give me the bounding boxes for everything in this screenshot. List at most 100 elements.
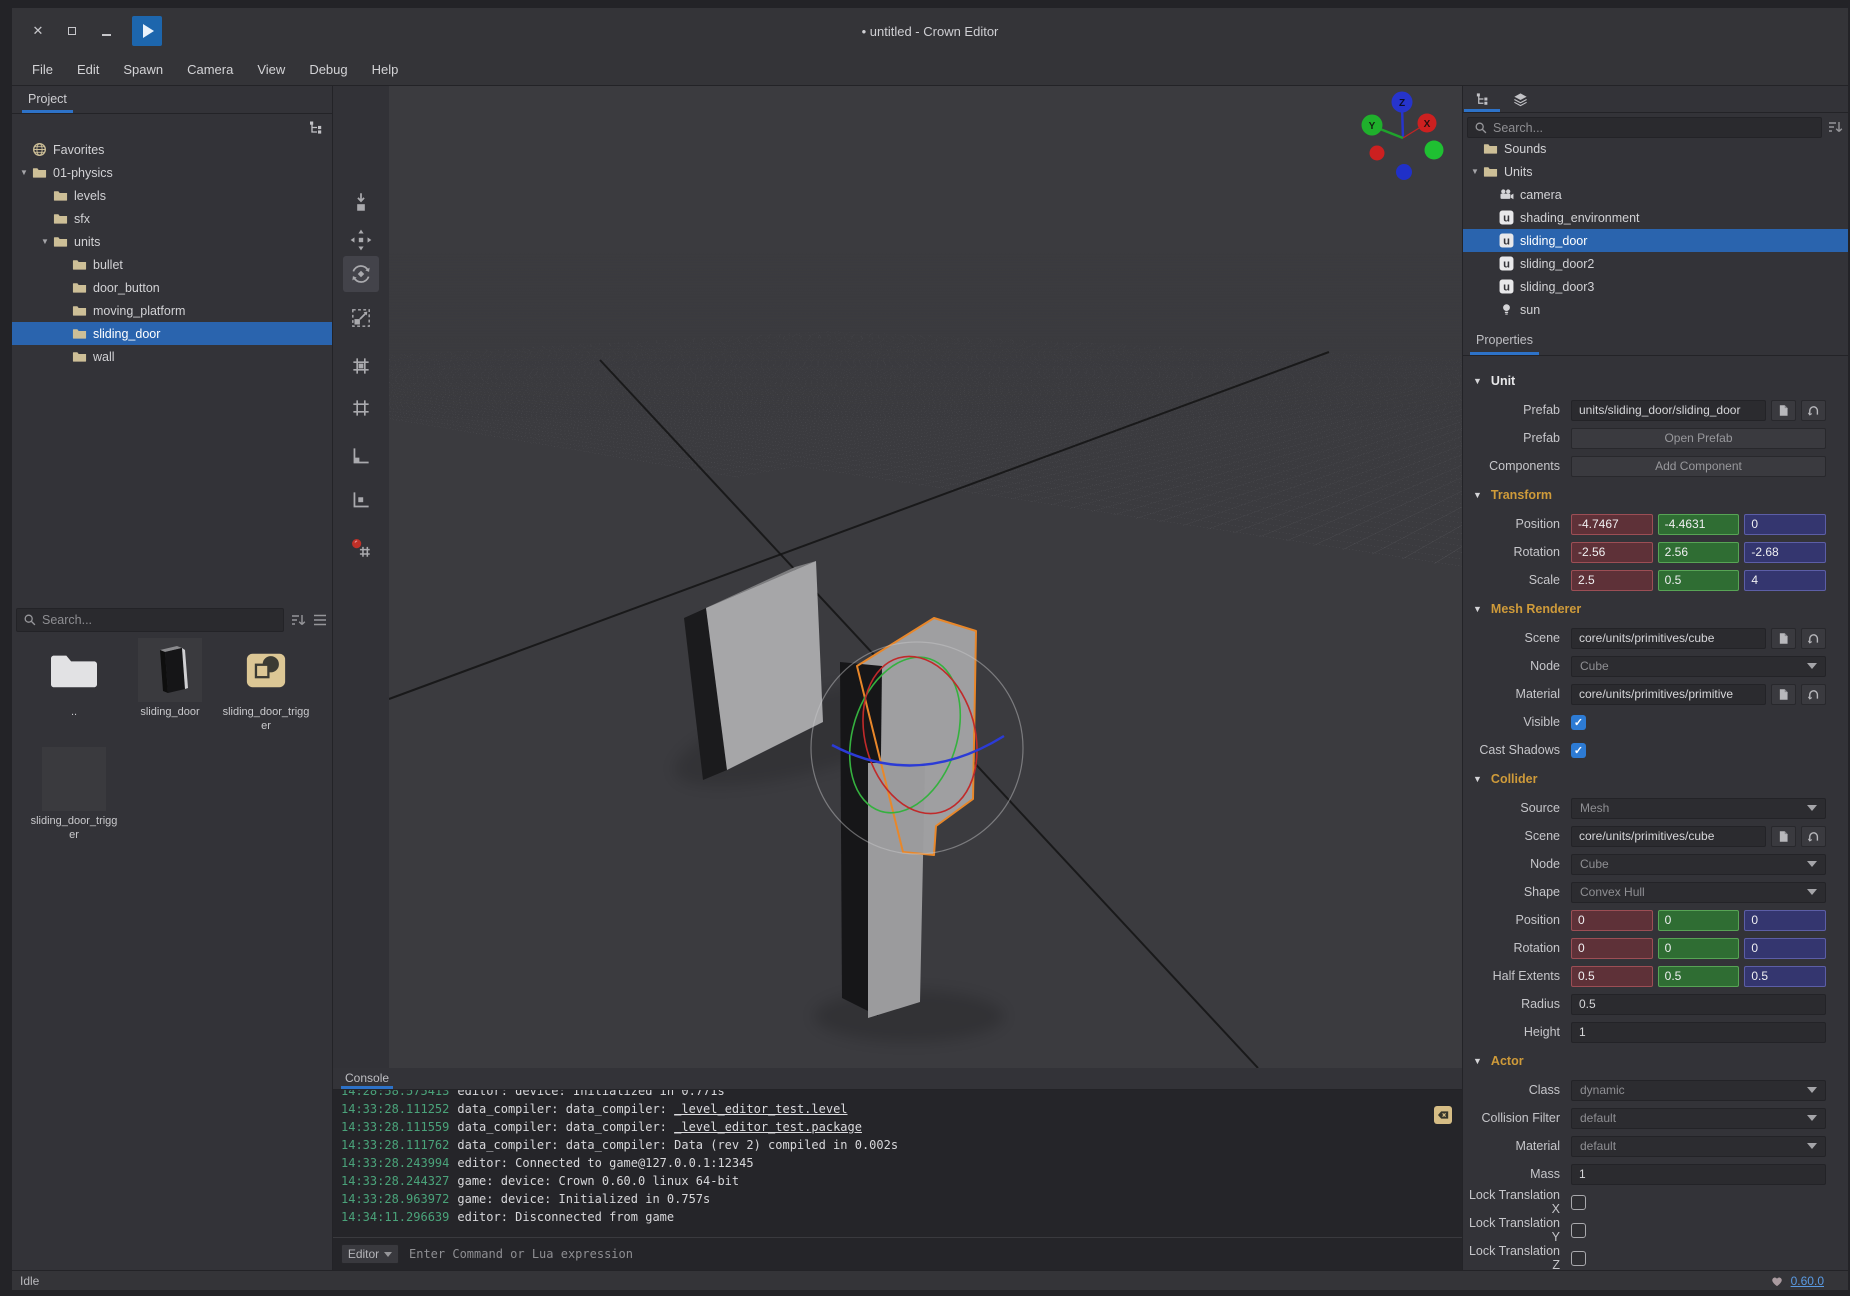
expand-arrow[interactable]: ▼: [37, 237, 53, 246]
play-button[interactable]: [132, 16, 162, 46]
snap-to-grid-button[interactable]: [347, 352, 375, 380]
visible-checkbox[interactable]: ✓: [1571, 715, 1586, 730]
browse-file-button[interactable]: [1771, 628, 1796, 649]
browse-file-button[interactable]: [1771, 684, 1796, 705]
revert-button[interactable]: [1801, 628, 1826, 649]
menu-view[interactable]: View: [245, 54, 297, 85]
axis-neg-z-ball[interactable]: [1396, 164, 1412, 180]
actor-material-dropdown[interactable]: default: [1571, 1136, 1826, 1157]
clear-console-button[interactable]: [1434, 1106, 1452, 1124]
asset-item-sliding-door-trigger-2[interactable]: sliding_door_trigger: [26, 747, 122, 842]
hier-item-shading-environment[interactable]: ushading_environment: [1463, 206, 1848, 229]
lock-translation-x-checkbox[interactable]: [1571, 1195, 1586, 1210]
hier-item-sliding-door2[interactable]: usliding_door2: [1463, 252, 1848, 275]
hier-item-sounds[interactable]: Sounds: [1463, 137, 1848, 160]
menu-debug[interactable]: Debug: [297, 54, 359, 85]
half-extents-z-input[interactable]: 0.5: [1744, 966, 1826, 987]
section-mesh-renderer[interactable]: ▼Mesh Renderer: [1463, 594, 1848, 624]
collider-rotation-z-input[interactable]: 0: [1744, 938, 1826, 959]
scale-tool-button[interactable]: [347, 304, 375, 332]
hier-item-camera[interactable]: camera: [1463, 183, 1848, 206]
console-log[interactable]: 14:28:58.575413editor: device: Initializ…: [333, 1090, 1462, 1236]
sort-icon[interactable]: [290, 612, 306, 628]
asset-search-input[interactable]: [42, 613, 277, 627]
axis-neg-x-ball[interactable]: [1370, 146, 1385, 161]
menu-help[interactable]: Help: [360, 54, 411, 85]
grid-toggle-button[interactable]: [347, 394, 375, 422]
log-link[interactable]: _level_editor_test.package: [674, 1120, 862, 1134]
position-x-input[interactable]: -4.7467: [1571, 514, 1653, 535]
list-view-icon[interactable]: [312, 612, 328, 628]
half-extents-x-input[interactable]: 0.5: [1571, 966, 1653, 987]
move-tool-button[interactable]: [347, 226, 375, 254]
hierarchy-search-box[interactable]: [1467, 117, 1822, 138]
local-axes-button[interactable]: [347, 486, 375, 514]
collider-position-x-input[interactable]: 0: [1571, 910, 1653, 931]
viewport-3d[interactable]: Y X Z: [389, 86, 1462, 1068]
collider-position-z-input[interactable]: 0: [1744, 910, 1826, 931]
console-target-dropdown[interactable]: Editor: [341, 1244, 399, 1264]
column-front-face[interactable]: [868, 763, 925, 1018]
asset-item-sliding-door-trigger[interactable]: sliding_door_trigger: [218, 638, 314, 733]
half-extents-y-input[interactable]: 0.5: [1658, 966, 1740, 987]
place-tool-button[interactable]: [347, 188, 375, 216]
browse-file-button[interactable]: [1771, 400, 1796, 421]
close-window-button[interactable]: ✕: [28, 21, 48, 41]
tree-item-moving-platform[interactable]: moving_platform: [12, 299, 332, 322]
axis-neg-y-ball[interactable]: [1425, 141, 1444, 160]
position-y-input[interactable]: -4.4631: [1658, 514, 1740, 535]
hier-item-sun[interactable]: sun: [1463, 298, 1848, 321]
rotation-x-input[interactable]: -2.56: [1571, 542, 1653, 563]
tree-item-favorites[interactable]: Favorites: [12, 138, 332, 161]
tree-item-door-button[interactable]: door_button: [12, 276, 332, 299]
position-z-input[interactable]: 0: [1744, 514, 1826, 535]
lock-translation-y-checkbox[interactable]: [1571, 1223, 1586, 1238]
asset-item-parent-dir[interactable]: ..: [26, 638, 122, 733]
section-actor[interactable]: ▼Actor: [1463, 1046, 1848, 1076]
expand-arrow[interactable]: ▼: [1467, 167, 1483, 176]
mass-input[interactable]: 1: [1571, 1164, 1826, 1185]
menu-camera[interactable]: Camera: [175, 54, 245, 85]
version-link[interactable]: 0.60.0: [1791, 1274, 1824, 1288]
collider-scene-input[interactable]: core/units/primitives/cube: [1571, 826, 1766, 847]
expand-arrow[interactable]: ▼: [16, 168, 32, 177]
asset-item-sliding-door[interactable]: sliding_door: [122, 638, 218, 733]
hierarchy-sort-icon[interactable]: [1827, 119, 1843, 135]
rotate-tool-button[interactable]: [343, 256, 379, 292]
mesh-material-input[interactable]: core/units/primitives/primitive: [1571, 684, 1766, 705]
scale-y-input[interactable]: 0.5: [1658, 570, 1740, 591]
scale-z-input[interactable]: 4: [1744, 570, 1826, 591]
tree-item-sliding-door[interactable]: sliding_door: [12, 322, 332, 345]
menu-spawn[interactable]: Spawn: [111, 54, 175, 85]
tree-item-bullet[interactable]: bullet: [12, 253, 332, 276]
section-collider[interactable]: ▼Collider: [1463, 764, 1848, 794]
rotation-z-input[interactable]: -2.68: [1744, 542, 1826, 563]
collider-position-y-input[interactable]: 0: [1658, 910, 1740, 931]
hier-item-units[interactable]: ▼Units: [1463, 160, 1848, 183]
revert-button[interactable]: [1801, 400, 1826, 421]
axis-gizmo[interactable]: Y X Z: [1362, 92, 1444, 181]
section-unit[interactable]: ▼Unit: [1463, 366, 1848, 396]
menu-edit[interactable]: Edit: [65, 54, 111, 85]
world-axes-button[interactable]: [347, 442, 375, 470]
maximize-window-button[interactable]: [62, 21, 82, 41]
mesh-node-dropdown[interactable]: Cube: [1571, 656, 1826, 677]
add-component-button[interactable]: Add Component: [1571, 456, 1826, 477]
revert-button[interactable]: [1801, 684, 1826, 705]
tab-layers[interactable]: [1501, 86, 1539, 112]
hierarchy-search-input[interactable]: [1493, 121, 1815, 135]
menu-file[interactable]: File: [20, 54, 65, 85]
command-input[interactable]: [409, 1247, 1462, 1261]
tree-item-units[interactable]: ▼units: [12, 230, 332, 253]
collider-source-dropdown[interactable]: Mesh: [1571, 798, 1826, 819]
collider-node-dropdown[interactable]: Cube: [1571, 854, 1826, 875]
collider-rotation-x-input[interactable]: 0: [1571, 938, 1653, 959]
height-input[interactable]: 1: [1571, 1022, 1826, 1043]
hier-item-sliding-door3[interactable]: usliding_door3: [1463, 275, 1848, 298]
collider-shape-dropdown[interactable]: Convex Hull: [1571, 882, 1826, 903]
log-link[interactable]: _level_editor_test.level: [674, 1102, 847, 1116]
scale-x-input[interactable]: 2.5: [1571, 570, 1653, 591]
hier-item-sliding-door[interactable]: usliding_door: [1463, 229, 1848, 252]
section-transform[interactable]: ▼Transform: [1463, 480, 1848, 510]
tree-item-wall[interactable]: wall: [12, 345, 332, 368]
